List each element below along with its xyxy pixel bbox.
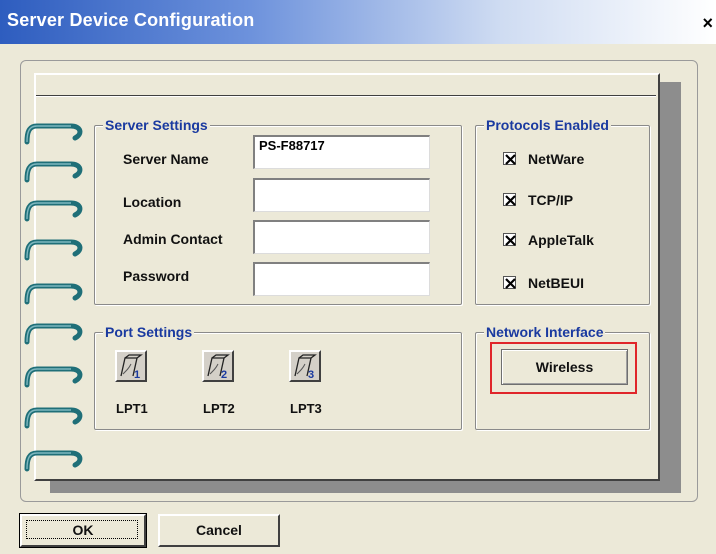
port-settings-title: Port Settings: [103, 324, 195, 340]
window-title: Server Device Configuration: [7, 10, 255, 30]
netbeui-checkbox[interactable]: [503, 276, 516, 289]
appletalk-label: AppleTalk: [528, 232, 594, 248]
svg-text:1: 1: [134, 369, 140, 380]
server-settings-title: Server Settings: [103, 117, 210, 133]
netbeui-label: NetBEUI: [528, 275, 585, 291]
lpt1-port-button[interactable]: 1: [115, 350, 147, 382]
location-field[interactable]: [253, 178, 430, 212]
notebook-header-strip: [36, 76, 656, 96]
title-bar[interactable]: Server Device Configuration ×: [0, 0, 716, 44]
server-name-label: Server Name: [123, 151, 209, 167]
password-field[interactable]: [253, 262, 430, 296]
netware-checkbox[interactable]: [503, 152, 516, 165]
close-icon[interactable]: ×: [702, 14, 713, 32]
spiral-ring-icon: [24, 200, 83, 222]
cancel-button[interactable]: Cancel: [158, 514, 280, 547]
printer-port-icon: 1: [120, 354, 143, 381]
tcpip-checkbox[interactable]: [503, 193, 516, 206]
location-label: Location: [123, 194, 182, 210]
spiral-ring-icon: [24, 407, 83, 429]
spiral-ring-icon: [24, 323, 83, 345]
netware-label: NetWare: [528, 151, 585, 167]
spiral-ring-icon: [24, 161, 83, 183]
port-settings-group: Port Settings: [94, 324, 462, 430]
printer-port-icon: 2: [207, 354, 230, 381]
admin-contact-label: Admin Contact: [123, 231, 223, 247]
server-device-configuration-window: Server Device Configuration × Server Set…: [0, 0, 716, 554]
svg-text:2: 2: [221, 369, 227, 380]
protocols-enabled-title: Protocols Enabled: [484, 117, 611, 133]
spiral-ring-icon: [24, 123, 83, 145]
printer-port-icon: 3: [294, 354, 317, 381]
lpt3-port-button[interactable]: 3: [289, 350, 321, 382]
spiral-ring-icon: [24, 239, 83, 261]
lpt3-label: LPT3: [290, 401, 322, 416]
admin-contact-field[interactable]: [253, 220, 430, 254]
password-label: Password: [123, 268, 190, 284]
wireless-button[interactable]: Wireless: [501, 349, 628, 385]
svg-text:3: 3: [308, 369, 314, 380]
lpt2-port-button[interactable]: 2: [202, 350, 234, 382]
network-interface-title: Network Interface: [484, 324, 606, 340]
lpt2-label: LPT2: [203, 401, 235, 416]
server-name-field[interactable]: PS-F88717: [253, 135, 430, 169]
appletalk-checkbox[interactable]: [503, 233, 516, 246]
spiral-ring-icon: [24, 450, 83, 472]
lpt1-label: LPT1: [116, 401, 148, 416]
tcpip-label: TCP/IP: [528, 192, 574, 208]
spiral-ring-icon: [24, 283, 83, 305]
spiral-ring-icon: [24, 366, 83, 388]
ok-focus-rect: [26, 520, 138, 539]
